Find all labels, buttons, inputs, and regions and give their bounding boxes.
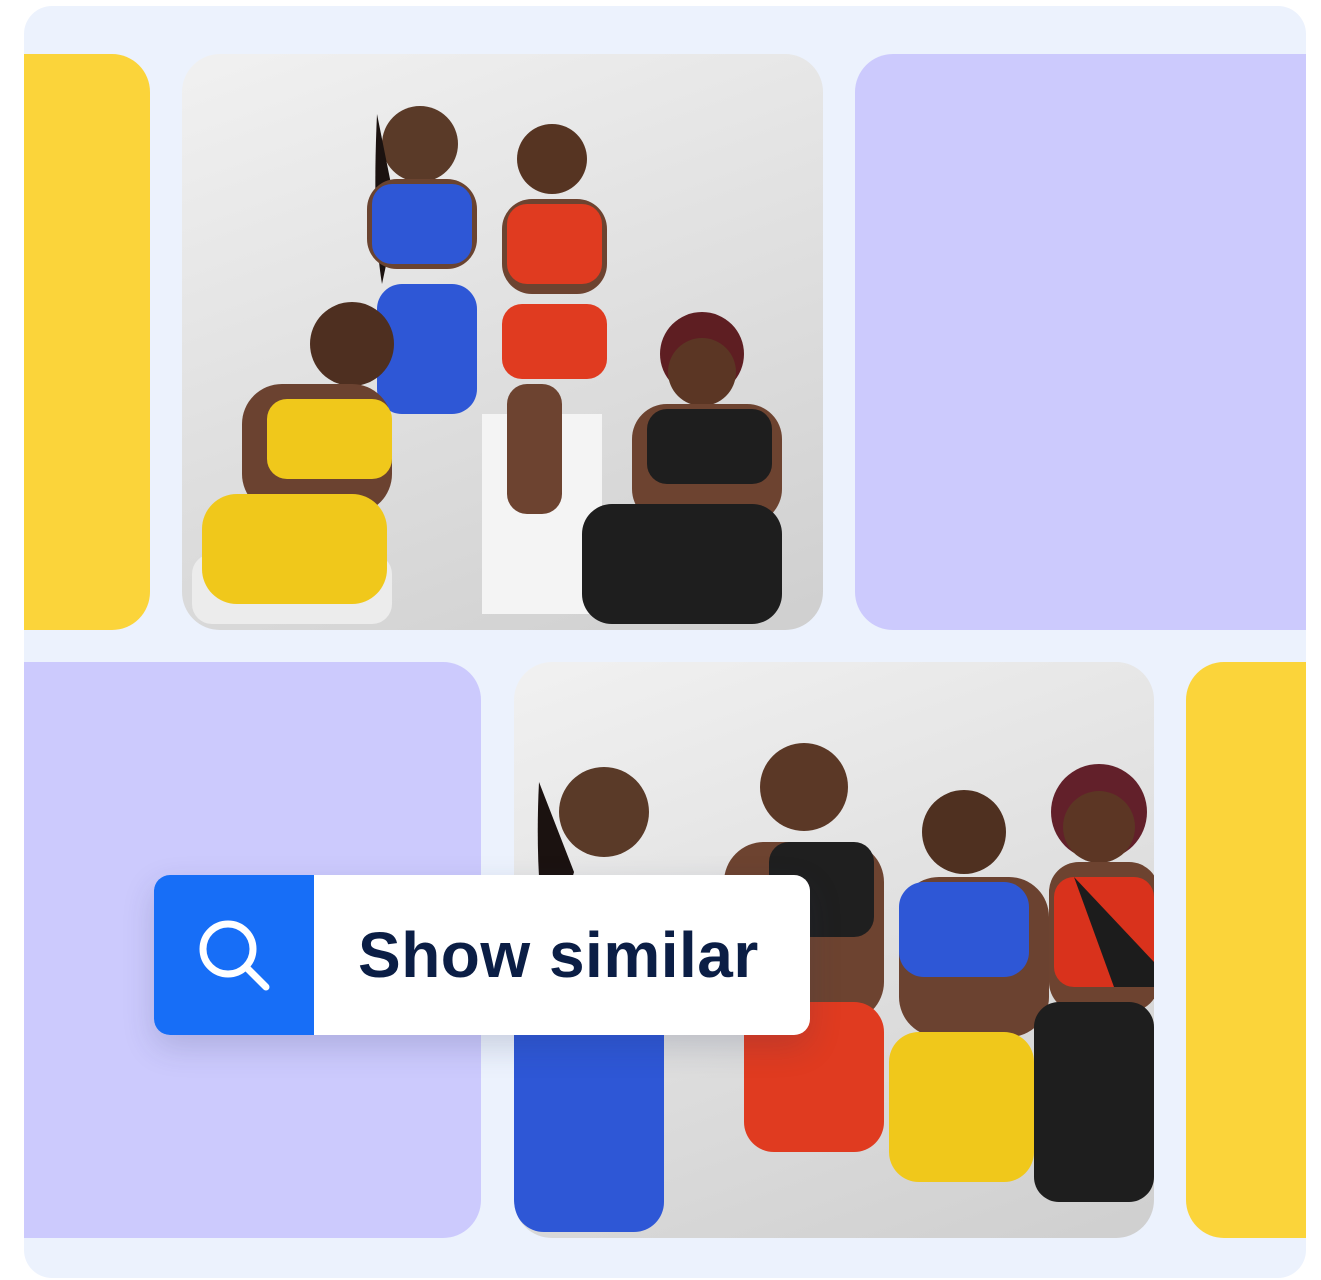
seated-group-illustration (192, 106, 782, 624)
yellow-accent-tile-left (24, 54, 150, 630)
search-icon (154, 875, 314, 1035)
show-similar-label: Show similar (358, 919, 759, 991)
show-similar-button[interactable]: Show similar (154, 875, 810, 1035)
lavender-accent-tile-right (855, 54, 1306, 630)
gallery-frame: Show similar (24, 6, 1306, 1278)
product-photo-seated-group[interactable] (182, 54, 823, 630)
yellow-accent-tile-right (1186, 662, 1306, 1238)
